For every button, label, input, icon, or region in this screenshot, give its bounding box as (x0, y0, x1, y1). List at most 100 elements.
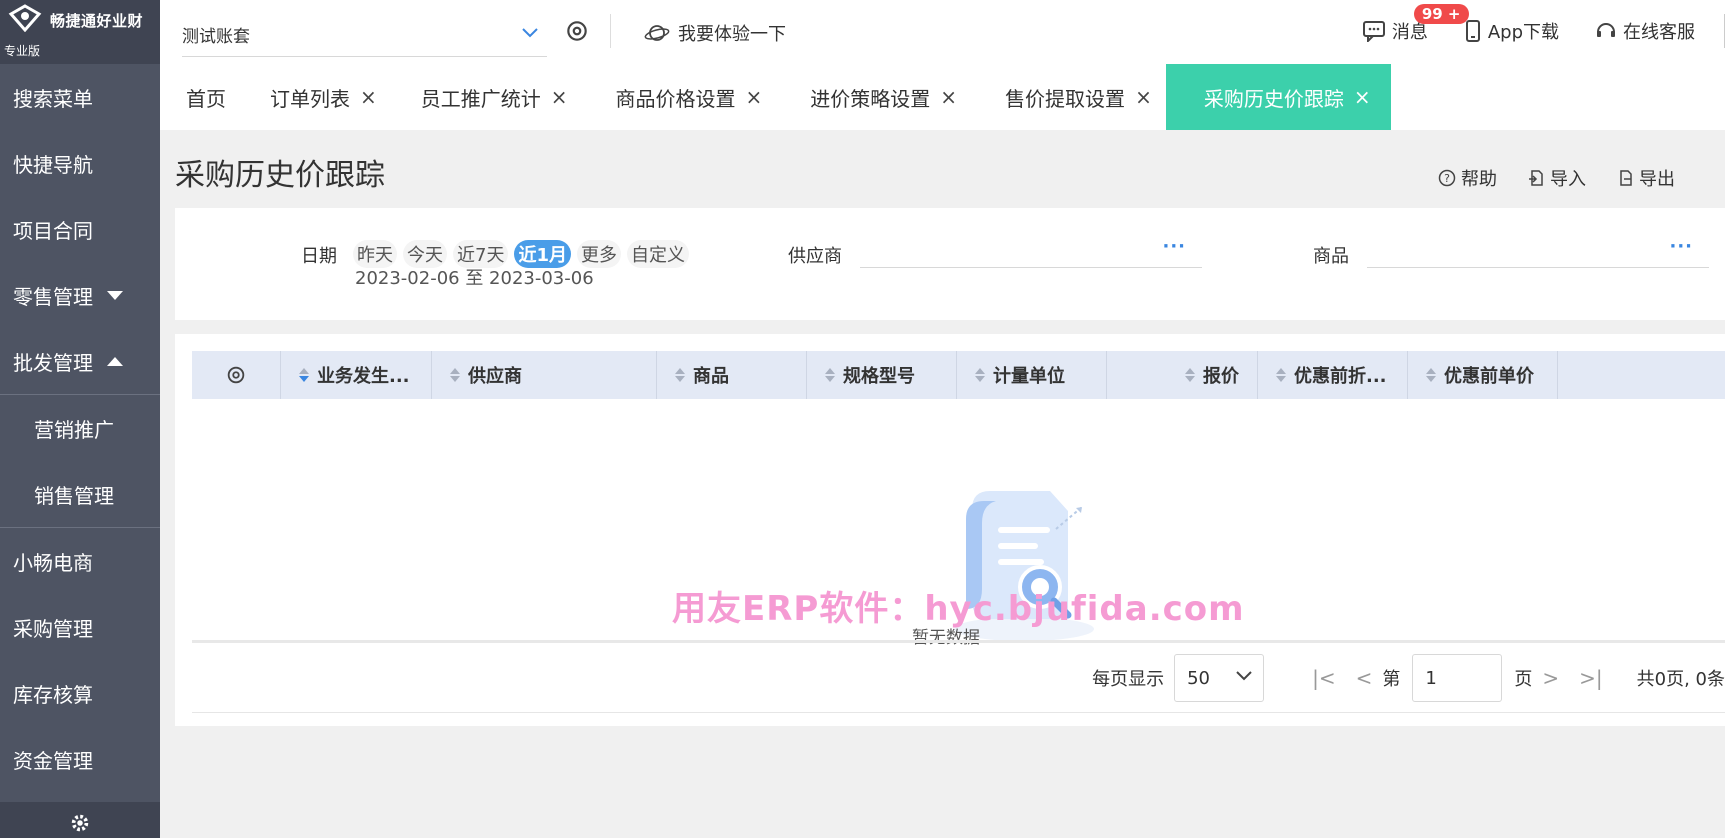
page-title: 采购历史价跟踪 (175, 158, 385, 193)
sidebar: 畅捷通好业财 专业版 搜索菜单 快捷导航 项目合同 零售管理 批发管理 营销推广… (0, 0, 160, 838)
account-selector[interactable]: 测试账套 (182, 12, 547, 57)
sort-icon[interactable] (299, 368, 309, 382)
caret-up-icon (107, 356, 123, 366)
per-page-select[interactable]: 50 (1174, 654, 1265, 702)
sidebar-item-ecommerce[interactable]: 小畅电商 (0, 528, 160, 594)
tab-sale-price-extract[interactable]: 售价提取设置 × (991, 64, 1166, 130)
sidebar-item-label: 批发管理 (13, 350, 93, 375)
column-header-unit[interactable]: 计量单位 (957, 351, 1107, 399)
export-label: 导出 (1639, 169, 1675, 190)
sidebar-item-retail[interactable]: 零售管理 (0, 262, 160, 328)
sidebar-item-purchase[interactable]: 采购管理 (0, 594, 160, 660)
sidebar-item-label: 营销推广 (34, 417, 114, 442)
sidebar-footer (0, 802, 160, 838)
sidebar-item-label: 采购管理 (13, 616, 93, 641)
top-right-actions: 消息 99 + App下载 在线客服 (1362, 4, 1695, 44)
tab-product-price-settings[interactable]: 商品价格设置 × (602, 64, 777, 130)
export-button[interactable]: 导出 (1616, 165, 1675, 191)
chip-custom[interactable]: 自定义 (626, 240, 689, 268)
online-service-link[interactable]: 在线客服 (1595, 18, 1695, 44)
sidebar-item-project-contract[interactable]: 项目合同 (0, 196, 160, 262)
sort-icon[interactable] (1276, 368, 1286, 382)
sort-icon[interactable] (450, 368, 460, 382)
tab-purchase-price-strategy[interactable]: 进价策略设置 × (796, 64, 971, 130)
sort-icon[interactable] (1426, 368, 1436, 382)
product-input[interactable]: ··· (1367, 232, 1709, 268)
sidebar-item-inventory[interactable]: 库存核算 (0, 660, 160, 726)
sort-icon[interactable] (675, 368, 685, 382)
svg-text:?: ? (1444, 172, 1450, 185)
caret-down-icon (107, 290, 123, 300)
tab-label: 进价策略设置 (810, 86, 931, 111)
next-page-icon[interactable]: > (1542, 666, 1559, 690)
product-filter-label: 商品 (1313, 246, 1349, 267)
tab-order-list[interactable]: 订单列表 × (256, 64, 391, 130)
more-dots-icon[interactable]: ··· (1669, 236, 1693, 257)
column-settings-cell[interactable] (192, 351, 281, 399)
sidebar-item-label: 小畅电商 (13, 550, 93, 575)
prev-page-icon[interactable]: < (1356, 666, 1373, 690)
page-prefix-label: 第 (1382, 669, 1401, 690)
sidebar-subitem-sales[interactable]: 销售管理 (0, 461, 160, 527)
brand-logo-icon (8, 4, 42, 32)
page-number-input[interactable]: 1 (1412, 654, 1503, 702)
tab-purchase-price-history[interactable]: 采购历史价跟踪 × (1165, 64, 1391, 130)
sidebar-item-label: 项目合同 (13, 218, 93, 243)
close-icon[interactable]: × (940, 85, 957, 109)
first-page-icon[interactable]: |< (1312, 666, 1336, 690)
supplier-input[interactable]: ··· (860, 232, 1202, 268)
help-button[interactable]: ? 帮助 (1438, 165, 1497, 191)
sidebar-subitem-marketing[interactable]: 营销推广 (0, 395, 160, 461)
column-header-quote[interactable]: 报价 (1107, 351, 1258, 399)
tab-staff-promo-stats[interactable]: 员工推广统计 × (407, 64, 582, 130)
planet-icon (644, 25, 670, 41)
message-icon (1362, 21, 1385, 42)
sort-icon[interactable] (1185, 368, 1195, 382)
column-header-biz-date[interactable]: 业务发生... (281, 351, 432, 399)
divider (192, 640, 1725, 643)
column-header-spec[interactable]: 规格型号 (807, 351, 957, 399)
column-label: 优惠前折... (1294, 366, 1387, 387)
tab-bar: 首页 订单列表 × 员工推广统计 × 商品价格设置 × 进价策略设置 × 售价提取设置 ×… (160, 64, 1725, 130)
app-download-link[interactable]: App下载 (1464, 18, 1559, 44)
column-header-pre-discount-price[interactable]: 优惠前单价 (1408, 351, 1558, 399)
try-it-link[interactable]: 我要体验一下 (644, 20, 786, 46)
gear-icon[interactable] (225, 364, 247, 386)
column-header-pre-discount-rate[interactable]: 优惠前折... (1258, 351, 1408, 399)
close-icon[interactable]: × (360, 85, 377, 109)
more-dots-icon[interactable]: ··· (1162, 236, 1186, 257)
sidebar-item-funds[interactable]: 资金管理 (0, 726, 160, 792)
import-icon (1529, 170, 1543, 186)
import-label: 导入 (1550, 169, 1586, 190)
column-header-supplier[interactable]: 供应商 (432, 351, 657, 399)
last-page-icon[interactable]: >| (1579, 666, 1603, 690)
sidebar-item-quick-nav[interactable]: 快捷导航 (0, 130, 160, 196)
brand-name: 畅捷通好业财 (50, 12, 144, 30)
import-button[interactable]: 导入 (1527, 165, 1586, 191)
settings-gear-icon[interactable] (69, 812, 91, 834)
sort-icon[interactable] (975, 368, 985, 382)
sort-icon[interactable] (825, 368, 835, 382)
gear-icon[interactable] (564, 18, 590, 44)
grid-panel: 业务发生... 供应商 商品 规格型号 计量单位 报价 优惠前折... 优惠前单… (175, 334, 1725, 726)
sidebar-item-wholesale[interactable]: 批发管理 (0, 328, 160, 394)
column-label: 业务发生... (317, 366, 410, 387)
close-icon[interactable]: × (746, 85, 763, 109)
export-icon (1620, 170, 1632, 186)
tab-home[interactable]: 首页 (160, 64, 256, 130)
date-filter-label: 日期 (301, 246, 337, 267)
total-count-text: 共0页, 0条 (1636, 669, 1725, 690)
brand-edition: 专业版 (4, 44, 41, 58)
sidebar-item-label: 库存核算 (13, 682, 93, 707)
messages-link[interactable]: 消息 99 + (1362, 4, 1469, 44)
tab-label: 售价提取设置 (1005, 86, 1126, 111)
headset-icon (1597, 23, 1615, 37)
grid-body: 用友ERP软件：hyc.bjufida.com 暂无数据 (192, 399, 1725, 648)
column-header-product[interactable]: 商品 (657, 351, 807, 399)
close-icon[interactable]: × (1354, 85, 1371, 109)
close-icon[interactable]: × (551, 85, 568, 109)
help-label: 帮助 (1461, 169, 1497, 190)
grid-header: 业务发生... 供应商 商品 规格型号 计量单位 报价 优惠前折... 优惠前单… (192, 351, 1725, 399)
close-icon[interactable]: × (1135, 85, 1152, 109)
sidebar-item-search-menu[interactable]: 搜索菜单 (0, 64, 160, 130)
